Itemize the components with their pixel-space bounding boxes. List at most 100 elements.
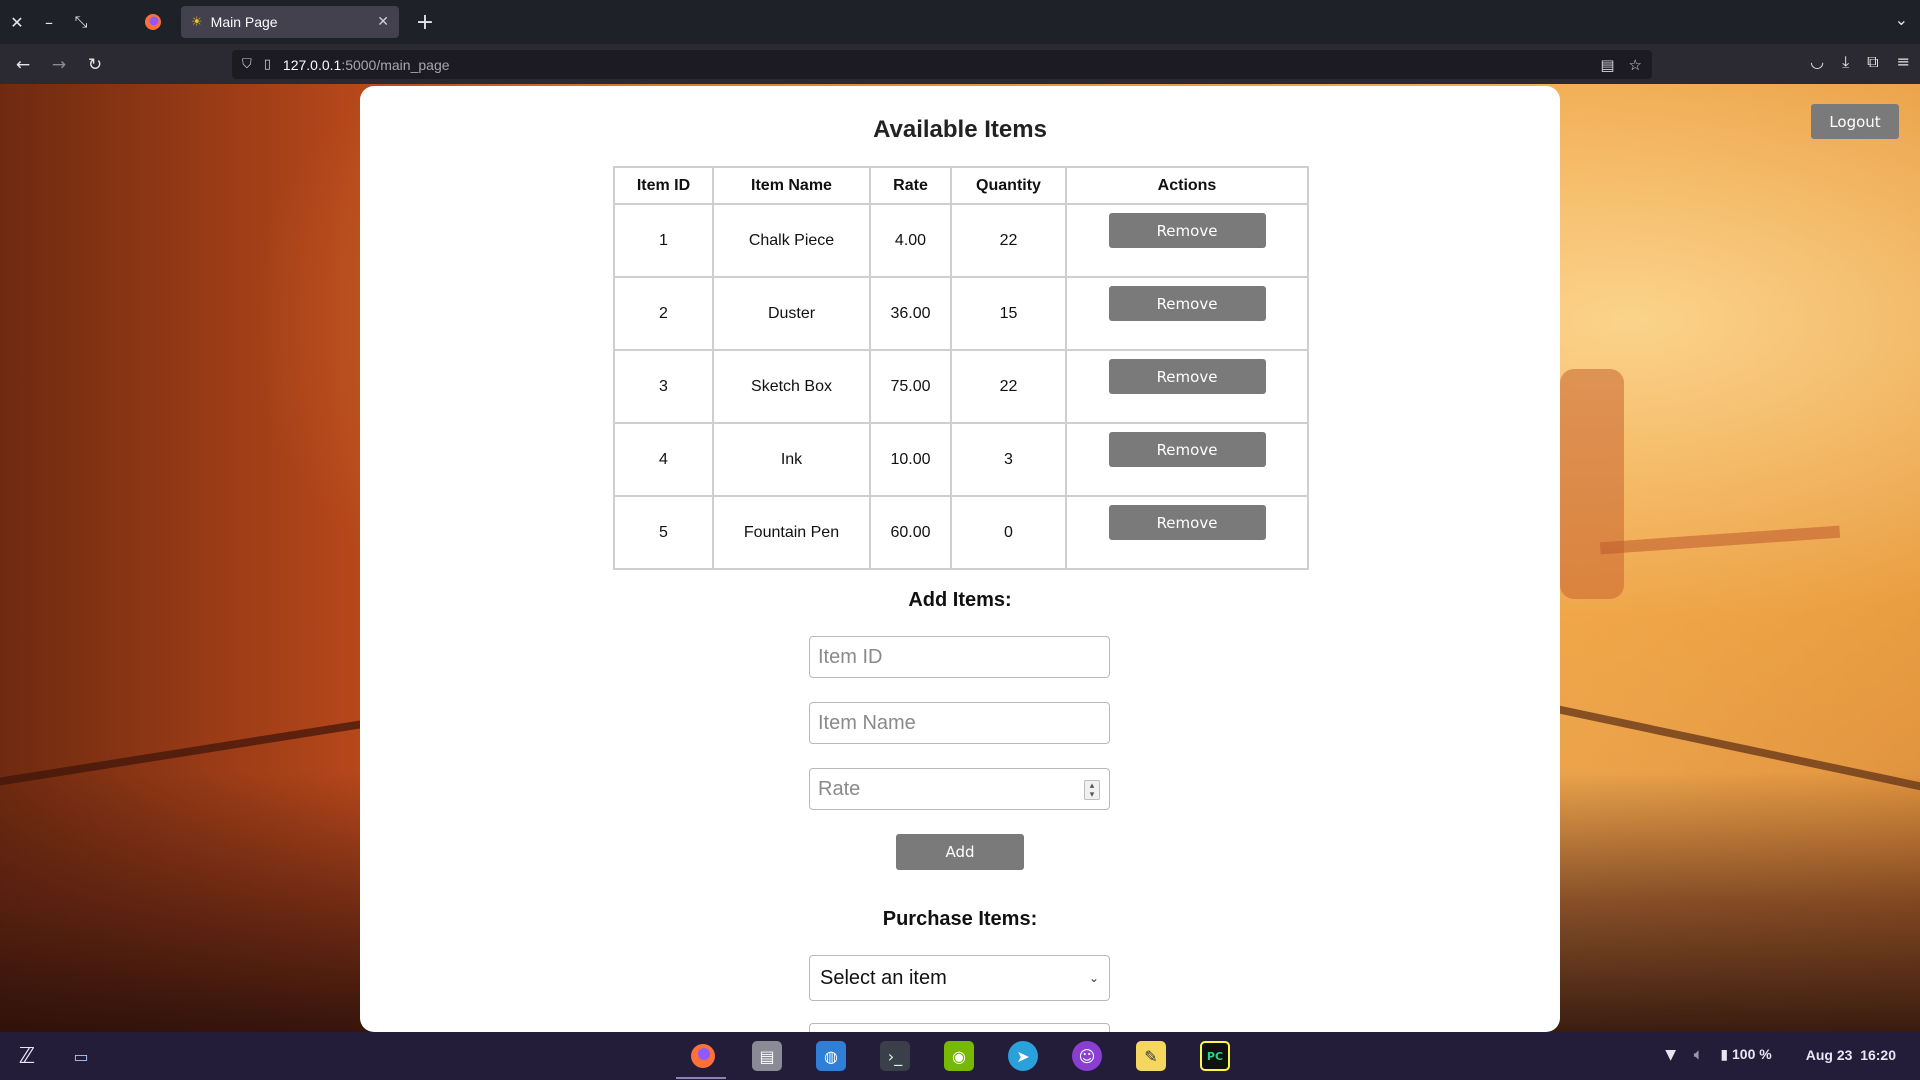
remove-button[interactable]: Remove <box>1108 505 1266 540</box>
battery-icon: ▮ <box>1720 1047 1729 1063</box>
cell-item-name: Chalk Piece <box>712 203 871 278</box>
active-app-indicator <box>676 1077 726 1079</box>
file-manager-icon[interactable]: ▤ <box>752 1041 782 1071</box>
cell-quantity: 22 <box>950 203 1067 278</box>
bookmark-star-icon[interactable]: ☆ <box>1629 56 1642 74</box>
new-tab-icon[interactable]: + <box>412 9 438 35</box>
add-button[interactable]: Add <box>896 834 1024 870</box>
nvidia-settings-icon[interactable]: ◉ <box>944 1041 974 1071</box>
cell-rate: 60.00 <box>869 495 952 570</box>
tab-list-chevron-icon[interactable]: ⌄ <box>1895 10 1908 29</box>
remove-button[interactable]: Remove <box>1108 213 1266 248</box>
text-editor-icon[interactable]: ✎ <box>1136 1041 1166 1071</box>
date-text: Aug 23 <box>1805 1046 1853 1063</box>
shield-icon[interactable]: ⛉ <box>242 57 252 72</box>
telegram-icon[interactable]: ➤ <box>1008 1041 1038 1071</box>
cell-item-id: 2 <box>613 276 714 351</box>
url-text[interactable]: 127.0.0.1:5000/main_page <box>283 57 450 73</box>
app-launcher-icon[interactable]: ℤ <box>12 1041 42 1071</box>
tab-main-page[interactable]: ☀ Main Page ✕ <box>181 6 399 38</box>
cell-rate: 10.00 <box>869 422 952 497</box>
pocket-icon[interactable]: ◡ <box>1810 52 1824 72</box>
sun-favicon-icon: ☀ <box>191 14 203 30</box>
purchase-quantity-input[interactable] <box>809 1023 1110 1032</box>
software-store-icon[interactable]: ◍ <box>816 1041 846 1071</box>
items-table: Item ID Item Name Rate Quantity Actions … <box>613 166 1309 570</box>
header-quantity: Quantity <box>950 166 1067 205</box>
system-tray: ▼ 🔈︎ ▮ 100 % Aug 23 16:20 <box>1665 1046 1896 1063</box>
table-row: 3 Sketch Box 75.00 22 Remove <box>613 349 1309 424</box>
rate-stepper-icon[interactable]: ▴ ▾ <box>1084 780 1100 800</box>
table-row: 4 Ink 10.00 3 Remove <box>613 422 1309 497</box>
cell-actions: Remove <box>1065 349 1309 424</box>
main-card: Available Items Item ID Item Name Rate Q… <box>360 86 1560 1032</box>
add-items-title: Add Items: <box>908 589 1012 611</box>
cell-rate: 75.00 <box>869 349 952 424</box>
url-path: :5000/main_page <box>341 56 450 73</box>
menu-icon[interactable]: ≡ <box>1897 52 1910 72</box>
item-name-input[interactable] <box>809 702 1110 744</box>
pinned-tab-firefox[interactable] <box>138 8 168 36</box>
background-plane-wing <box>1599 525 1841 555</box>
github-desktop-icon[interactable]: ☺ <box>1072 1041 1102 1071</box>
tab-close-icon[interactable]: ✕ <box>377 14 389 30</box>
cell-item-id: 3 <box>613 349 714 424</box>
remove-button[interactable]: Remove <box>1108 432 1266 467</box>
background-plane-tail <box>1560 369 1624 599</box>
volume-icon[interactable]: 🔈︎ <box>1694 1047 1702 1063</box>
cell-rate: 36.00 <box>869 276 952 351</box>
terminal-icon[interactable]: ›_ <box>880 1041 910 1071</box>
minimize-window-icon[interactable]: – <box>36 9 62 35</box>
remove-button[interactable]: Remove <box>1108 359 1266 394</box>
table-row: 1 Chalk Piece 4.00 22 Remove <box>613 203 1309 278</box>
cell-quantity: 22 <box>950 349 1067 424</box>
battery-percent: 100 % <box>1732 1046 1772 1062</box>
reload-icon[interactable]: ↻ <box>82 52 108 78</box>
workspace-overview-icon[interactable]: ▭ <box>66 1041 96 1071</box>
header-item-name: Item Name <box>712 166 871 205</box>
cell-actions: Remove <box>1065 422 1309 497</box>
header-rate: Rate <box>869 166 952 205</box>
firefox-icon <box>145 14 161 30</box>
page-viewport: Available Items Item ID Item Name Rate Q… <box>0 84 1920 1032</box>
purchase-items-title: Purchase Items: <box>882 908 1038 930</box>
table-header-row: Item ID Item Name Rate Quantity Actions <box>613 166 1309 205</box>
tab-title: Main Page <box>210 14 278 30</box>
cell-quantity: 3 <box>950 422 1067 497</box>
cell-item-id: 4 <box>613 422 714 497</box>
select-value: Select an item <box>820 966 947 989</box>
cell-actions: Remove <box>1065 276 1309 351</box>
wifi-icon[interactable]: ▼ <box>1665 1047 1676 1063</box>
restore-window-icon[interactable]: ⤡ <box>68 9 94 35</box>
clock[interactable]: Aug 23 16:20 <box>1806 1047 1896 1063</box>
logout-button[interactable]: Logout <box>1811 104 1899 139</box>
table-row: 2 Duster 36.00 15 Remove <box>613 276 1309 351</box>
cell-rate: 4.00 <box>869 203 952 278</box>
page-icon: ▯ <box>263 57 271 72</box>
cell-actions: Remove <box>1065 495 1309 570</box>
reader-view-icon[interactable]: ▤ <box>1600 56 1614 74</box>
browser-nav-bar: ← → ↻ ⛉ ▯ 127.0.0.1:5000/main_page ▤ ☆ ◡… <box>0 44 1920 84</box>
item-id-input[interactable] <box>809 636 1110 678</box>
rate-input[interactable] <box>809 768 1110 810</box>
battery-indicator[interactable]: ▮ 100 % <box>1720 1046 1771 1063</box>
back-icon[interactable]: ← <box>10 52 36 78</box>
browser-tab-bar: ✕ – ⤡ ☀ Main Page ✕ + ⌄ <box>0 0 1920 44</box>
url-bar[interactable]: ⛉ ▯ 127.0.0.1:5000/main_page ▤ ☆ <box>232 50 1652 79</box>
cell-item-id: 5 <box>613 495 714 570</box>
extensions-icon[interactable]: ⧉ <box>1867 52 1878 72</box>
table-row: 5 Fountain Pen 60.00 0 Remove <box>613 495 1309 570</box>
remove-button[interactable]: Remove <box>1108 286 1266 321</box>
download-icon[interactable]: ⤓ <box>1842 52 1849 72</box>
firefox-icon <box>691 1044 715 1068</box>
cell-actions: Remove <box>1065 203 1309 278</box>
cell-item-name: Fountain Pen <box>712 495 871 570</box>
firefox-taskbar-icon[interactable] <box>688 1041 718 1071</box>
close-window-icon[interactable]: ✕ <box>4 9 30 35</box>
pycharm-icon[interactable]: PC <box>1200 1041 1230 1071</box>
forward-icon[interactable]: → <box>46 52 72 78</box>
url-host: 127.0.0.1 <box>282 56 342 73</box>
cell-item-name: Ink <box>712 422 871 497</box>
cell-quantity: 15 <box>950 276 1067 351</box>
purchase-item-select[interactable]: Select an item ⌄ <box>809 955 1110 1001</box>
